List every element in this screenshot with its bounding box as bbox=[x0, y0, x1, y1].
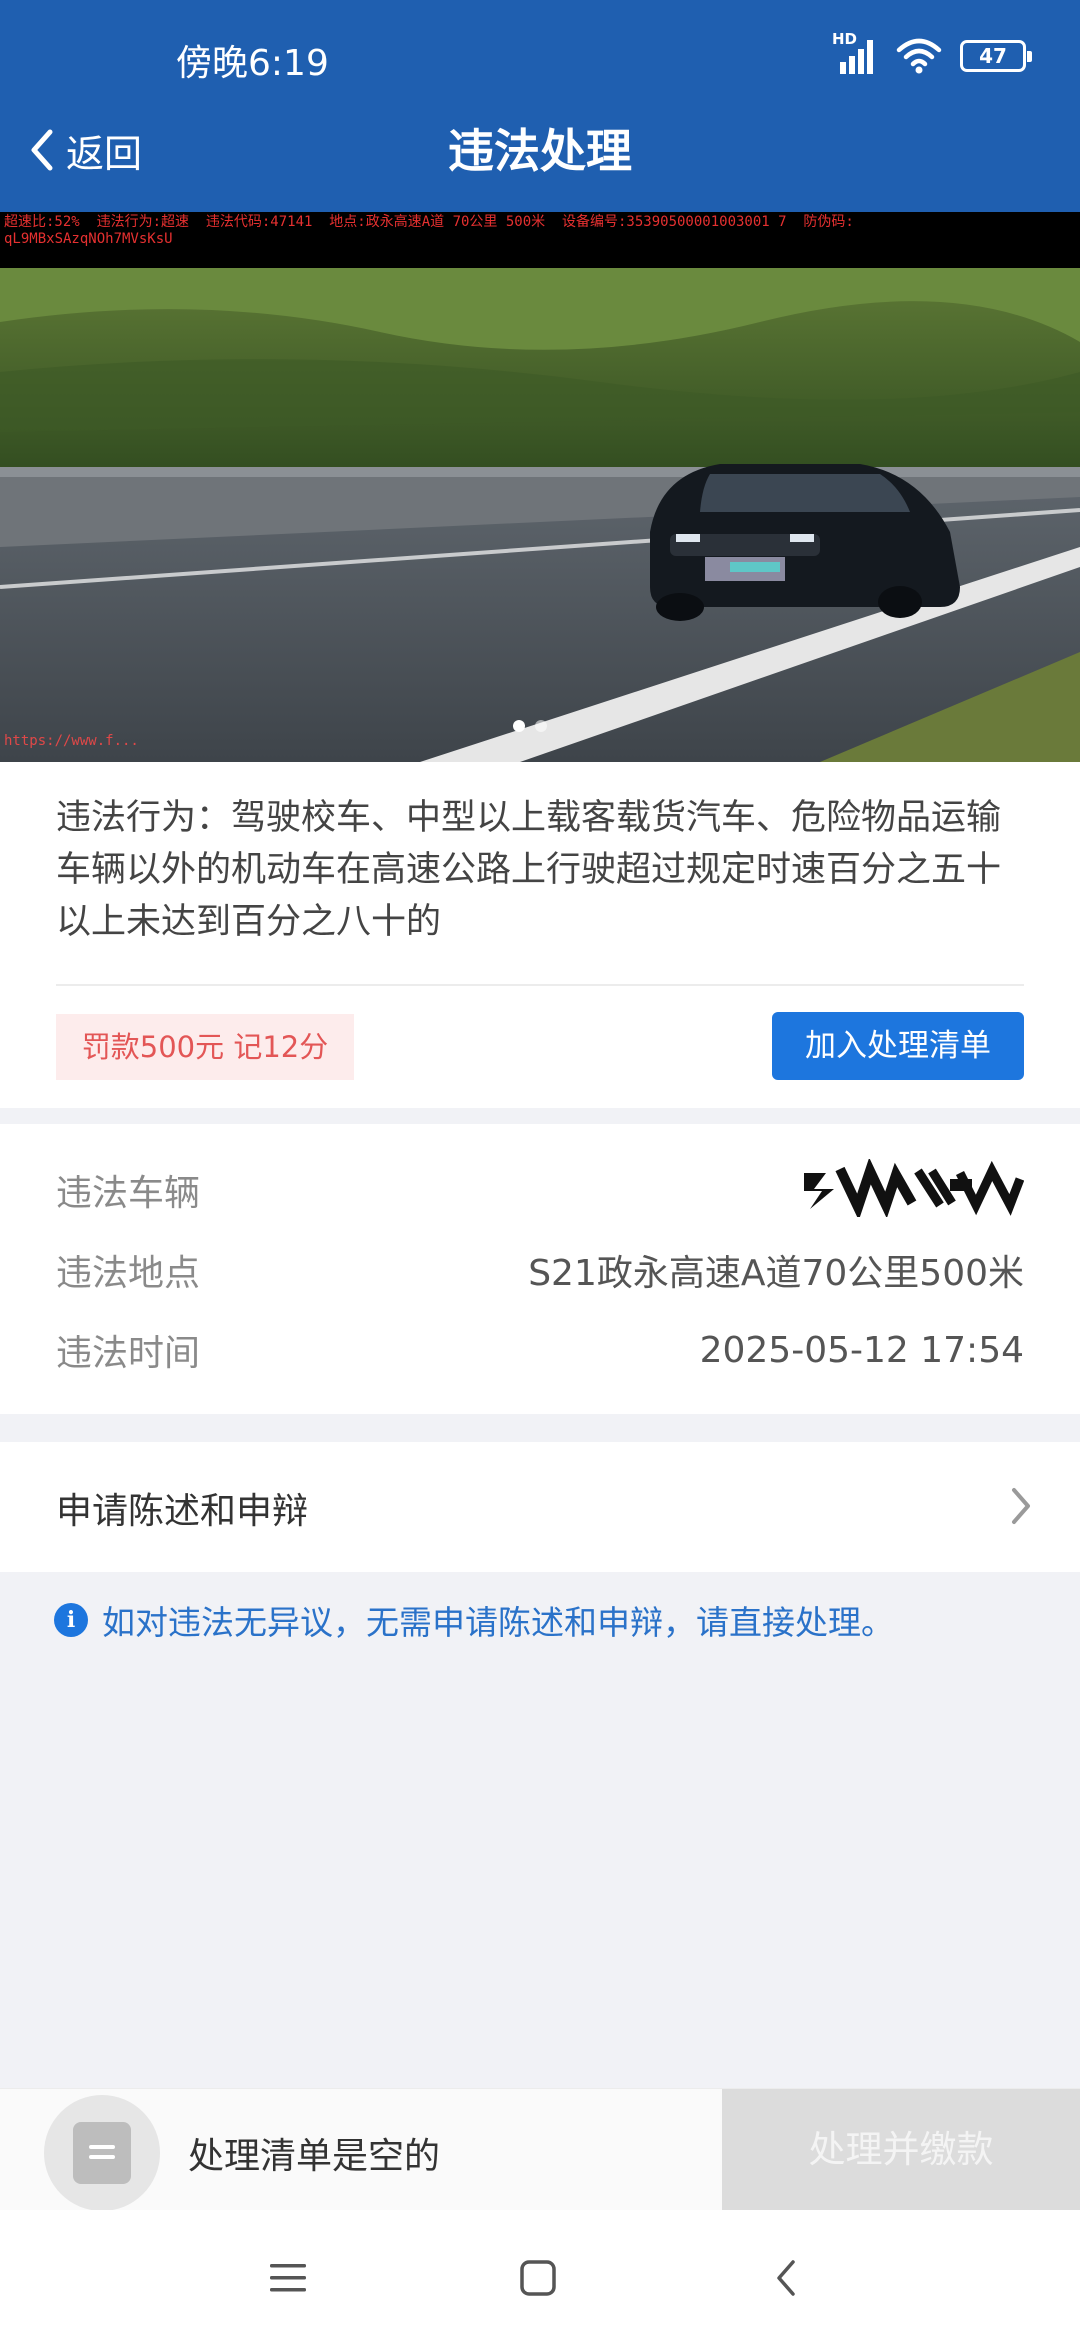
photo-watermark-overlay: https://www.f... bbox=[4, 734, 139, 749]
appeal-row[interactable]: 申请陈述和申辩 bbox=[0, 1442, 1080, 1572]
status-bar: 傍晚6:19 HD 47 bbox=[0, 0, 1080, 118]
system-nav-bar bbox=[0, 2210, 1080, 2340]
violation-card: 违法行为：驾驶校车、中型以上载客载货汽车、危险物品运输车辆以外的机动车在高速公路… bbox=[0, 762, 1080, 1108]
appeal-label: 申请陈述和申辩 bbox=[56, 1491, 309, 1532]
redacted-plate bbox=[800, 1157, 1025, 1221]
notice-text: 如对违法无异议，无需申请陈述和申辩，请直接处理。 bbox=[102, 1603, 894, 1642]
photo-info-overlay: 超速比:52% 违法行为:超速 违法代码:47141 地点:政永高速A道 70公… bbox=[0, 212, 1080, 268]
signal-icon: HD bbox=[832, 30, 878, 76]
back-label: 返回 bbox=[66, 131, 143, 176]
status-icons: HD 47 bbox=[832, 30, 1032, 76]
divider bbox=[56, 984, 1024, 986]
vehicle-row: 违法车辆 bbox=[56, 1157, 1025, 1221]
processing-list-button[interactable] bbox=[44, 2095, 160, 2211]
evidence-photo-carousel[interactable]: 超速比:52% 违法行为:超速 违法代码:47141 地点:政永高速A道 70公… bbox=[0, 212, 1080, 762]
bottom-action-bar: 处理清单是空的 处理并缴款 bbox=[0, 2088, 1080, 2211]
violation-details: 违法车辆 违法地点 S21政永高速A道70公里500米 违法时间 2025-05… bbox=[0, 1124, 1080, 1414]
time-row: 违法时间 2025-05-12 17:54 bbox=[56, 1320, 1024, 1380]
add-to-list-button[interactable]: 加入处理清单 bbox=[772, 1012, 1024, 1080]
time-label: 违法时间 bbox=[56, 1333, 201, 1374]
back-button[interactable]: 返回 bbox=[28, 120, 142, 180]
evidence-photo bbox=[0, 268, 1080, 762]
back-icon[interactable] bbox=[756, 2248, 816, 2308]
home-square-icon[interactable] bbox=[508, 2248, 568, 2308]
vehicle bbox=[650, 464, 960, 621]
app-header: 傍晚6:19 HD 47 违法处理 返回 bbox=[0, 0, 1080, 212]
battery-level: 47 bbox=[979, 44, 1007, 68]
penalty-badge: 罚款500元 记12分 bbox=[56, 1014, 354, 1080]
location-row: 违法地点 S21政永高速A道70公里500米 bbox=[56, 1240, 1024, 1300]
chevron-left-icon bbox=[28, 128, 56, 172]
battery-icon: 47 bbox=[960, 40, 1032, 72]
carousel-dot-1[interactable] bbox=[513, 720, 525, 732]
violation-description: 违法行为：驾驶校车、中型以上载客载货汽车、危险物品运输车辆以外的机动车在高速公路… bbox=[56, 798, 1002, 942]
notice: i 如对违法无异议，无需申请陈述和申辩，请直接处理。 bbox=[54, 1596, 894, 1644]
network-label: HD bbox=[832, 30, 858, 48]
time-value: 2025-05-12 17:54 bbox=[699, 1329, 1024, 1371]
wifi-icon bbox=[896, 36, 942, 76]
list-icon bbox=[73, 2122, 131, 2184]
carousel-dot-2[interactable] bbox=[535, 720, 547, 732]
status-time: 傍晚6:19 bbox=[176, 43, 329, 84]
location-value: S21政永高速A道70公里500米 bbox=[528, 1253, 1024, 1294]
chevron-right-icon bbox=[1008, 1484, 1034, 1528]
carousel-indicator bbox=[513, 720, 547, 732]
page-title: 违法处理 bbox=[448, 124, 632, 178]
vehicle-label: 违法车辆 bbox=[56, 1173, 201, 1214]
location-label: 违法地点 bbox=[56, 1253, 201, 1294]
menu-icon[interactable] bbox=[258, 2248, 318, 2308]
process-and-pay-button[interactable]: 处理并缴款 bbox=[722, 2089, 1080, 2211]
empty-list-label: 处理清单是空的 bbox=[188, 2136, 441, 2177]
info-icon: i bbox=[54, 1603, 88, 1637]
